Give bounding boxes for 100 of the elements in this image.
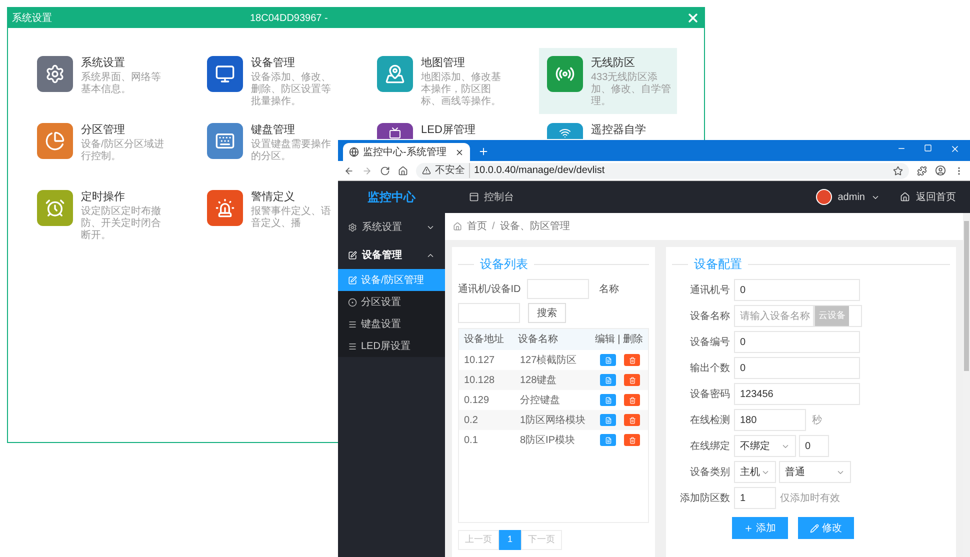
gear-icon <box>45 64 65 84</box>
search-button[interactable]: 搜索 <box>528 303 566 323</box>
tile-title: 地图管理 <box>421 56 466 70</box>
close-tab-icon[interactable] <box>455 148 464 156</box>
close-icon[interactable] <box>950 144 960 154</box>
input-field[interactable]: 0 <box>734 279 860 301</box>
edit-button[interactable] <box>600 394 616 406</box>
sidebar-item[interactable]: 系统设置 <box>338 213 445 241</box>
menu-item-icon <box>348 320 357 328</box>
close-icon[interactable] <box>686 11 700 25</box>
name-input-field[interactable] <box>458 303 520 323</box>
tile-description: 设置键盘需要操作的分区。 <box>251 139 332 163</box>
field-label: 设备名称 <box>689 310 730 324</box>
map-pin-icon <box>385 64 405 84</box>
menu-item-icon <box>348 276 357 284</box>
delete-button[interactable] <box>624 394 640 406</box>
id-input-field[interactable] <box>526 279 589 299</box>
document-icon <box>604 356 612 364</box>
input-field[interactable]: 1 <box>734 487 776 509</box>
puzzle-icon[interactable] <box>917 166 927 176</box>
submenu-item[interactable]: 键盘设置 <box>338 313 445 335</box>
tile-title: 无线防区 <box>591 56 636 70</box>
delete-button[interactable] <box>624 354 640 366</box>
edit-button[interactable] <box>600 354 616 366</box>
input-field[interactable]: 0 <box>734 357 860 379</box>
tile-description: 地图添加、修改基本操作，防区图标、画线等操作。 <box>421 72 502 108</box>
select-field[interactable]: 普通 <box>779 461 851 483</box>
field-label: 输出个数 <box>689 362 730 376</box>
table-cell-text: 10.128 <box>463 374 496 388</box>
device-id: 18C04DD93967 - <box>250 12 328 26</box>
console-link[interactable]: 控制台 <box>469 190 514 204</box>
pie-chart-icon <box>45 131 65 151</box>
home-icon[interactable] <box>398 166 408 176</box>
edit-button[interactable] <box>600 374 616 386</box>
security-label: 不安全 <box>435 163 470 178</box>
trash-icon <box>628 376 636 384</box>
forward-icon[interactable] <box>362 166 372 176</box>
brand-title: 监控中心 <box>366 189 417 206</box>
column-header: 设备名称 <box>516 333 559 347</box>
select-field[interactable]: 主机 <box>734 461 776 483</box>
address-bar[interactable]: 不安全 10.0.0.40/manage/dev/devlist <box>416 162 909 178</box>
input-field[interactable]: 180 <box>734 409 806 431</box>
breadcrumb-link[interactable]: 首页 <box>467 219 487 234</box>
tile-title: 系统设置 <box>81 56 126 70</box>
url-text: 10.0.0.40/manage/dev/devlist <box>474 164 605 178</box>
document-icon <box>604 396 612 404</box>
tile-title: 键盘管理 <box>251 123 296 137</box>
avatar[interactable] <box>816 189 832 205</box>
pencil-icon <box>810 524 819 532</box>
profile-icon[interactable] <box>935 165 946 176</box>
tile-description: 报警事件定义、语音定义、播 <box>251 206 332 230</box>
user-menu[interactable]: admin <box>838 190 865 204</box>
field-label: 添加防区数 <box>679 492 730 506</box>
column-header: 编辑 | 删除 <box>594 332 644 347</box>
tile-description: 设备添加、修改、删除、防区设置等批量操作。 <box>251 72 332 108</box>
tv-icon <box>389 127 401 139</box>
tile-description: 设备/防区分区域进行控制。 <box>81 139 165 163</box>
submenu-item[interactable]: LED屏设置 <box>338 335 445 357</box>
delete-button[interactable] <box>624 414 640 426</box>
select-field[interactable]: 不绑定 <box>734 435 796 457</box>
input-field[interactable]: 123456 <box>734 383 860 405</box>
gear-icon <box>348 222 357 232</box>
tile-description: 系统界面、网络等基本信息。 <box>81 72 162 96</box>
input-field[interactable]: 0 <box>799 435 829 457</box>
maximize-icon[interactable] <box>924 144 932 152</box>
name-label: 名称 <box>598 282 619 296</box>
trash-icon <box>628 356 636 364</box>
delete-button[interactable] <box>624 374 640 386</box>
star-icon[interactable] <box>893 166 903 176</box>
tile-title: 遥控器自学 <box>591 123 647 137</box>
breadcrumb-link[interactable]: 设备、防区管理 <box>500 219 570 234</box>
submenu-item[interactable]: 分区设置 <box>338 291 445 313</box>
id-label: 通讯机/设备ID <box>458 282 521 296</box>
window-title: 系统设置 <box>12 12 52 26</box>
tile-title: LED屏管理 <box>421 123 476 137</box>
document-icon <box>604 376 612 384</box>
field-label: 设备密码 <box>689 388 730 402</box>
delete-button[interactable] <box>624 434 640 446</box>
field-label: 通讯机号 <box>689 284 730 298</box>
reload-icon[interactable] <box>380 166 390 176</box>
tile-title: 分区管理 <box>81 123 126 137</box>
tile-title: 定时操作 <box>81 190 126 204</box>
table-cell-text: 0.129 <box>463 394 490 408</box>
edit-button[interactable] <box>600 434 616 446</box>
sidebar-item[interactable]: 设备管理 <box>338 241 445 269</box>
home-link[interactable]: 返回首页 <box>916 190 956 204</box>
edit-button[interactable] <box>600 414 616 426</box>
section-title: 设备配置 <box>694 256 742 273</box>
browser-tab[interactable]: 监控中心-系统管理 <box>343 143 470 161</box>
panel-icon <box>469 192 479 202</box>
section-title: 设备列表 <box>480 256 528 273</box>
edit-icon <box>348 250 357 260</box>
selected-tile[interactable]: 无线防区 433无线防区添加、修改、自学管理。 <box>539 48 677 114</box>
input-field[interactable]: 0 <box>734 331 860 353</box>
field-label: 在线绑定 <box>689 440 730 454</box>
document-icon <box>604 436 612 444</box>
new-tab-icon[interactable] <box>478 146 489 157</box>
back-icon[interactable] <box>344 166 354 176</box>
home-icon <box>900 192 910 202</box>
globe-icon <box>349 147 359 157</box>
